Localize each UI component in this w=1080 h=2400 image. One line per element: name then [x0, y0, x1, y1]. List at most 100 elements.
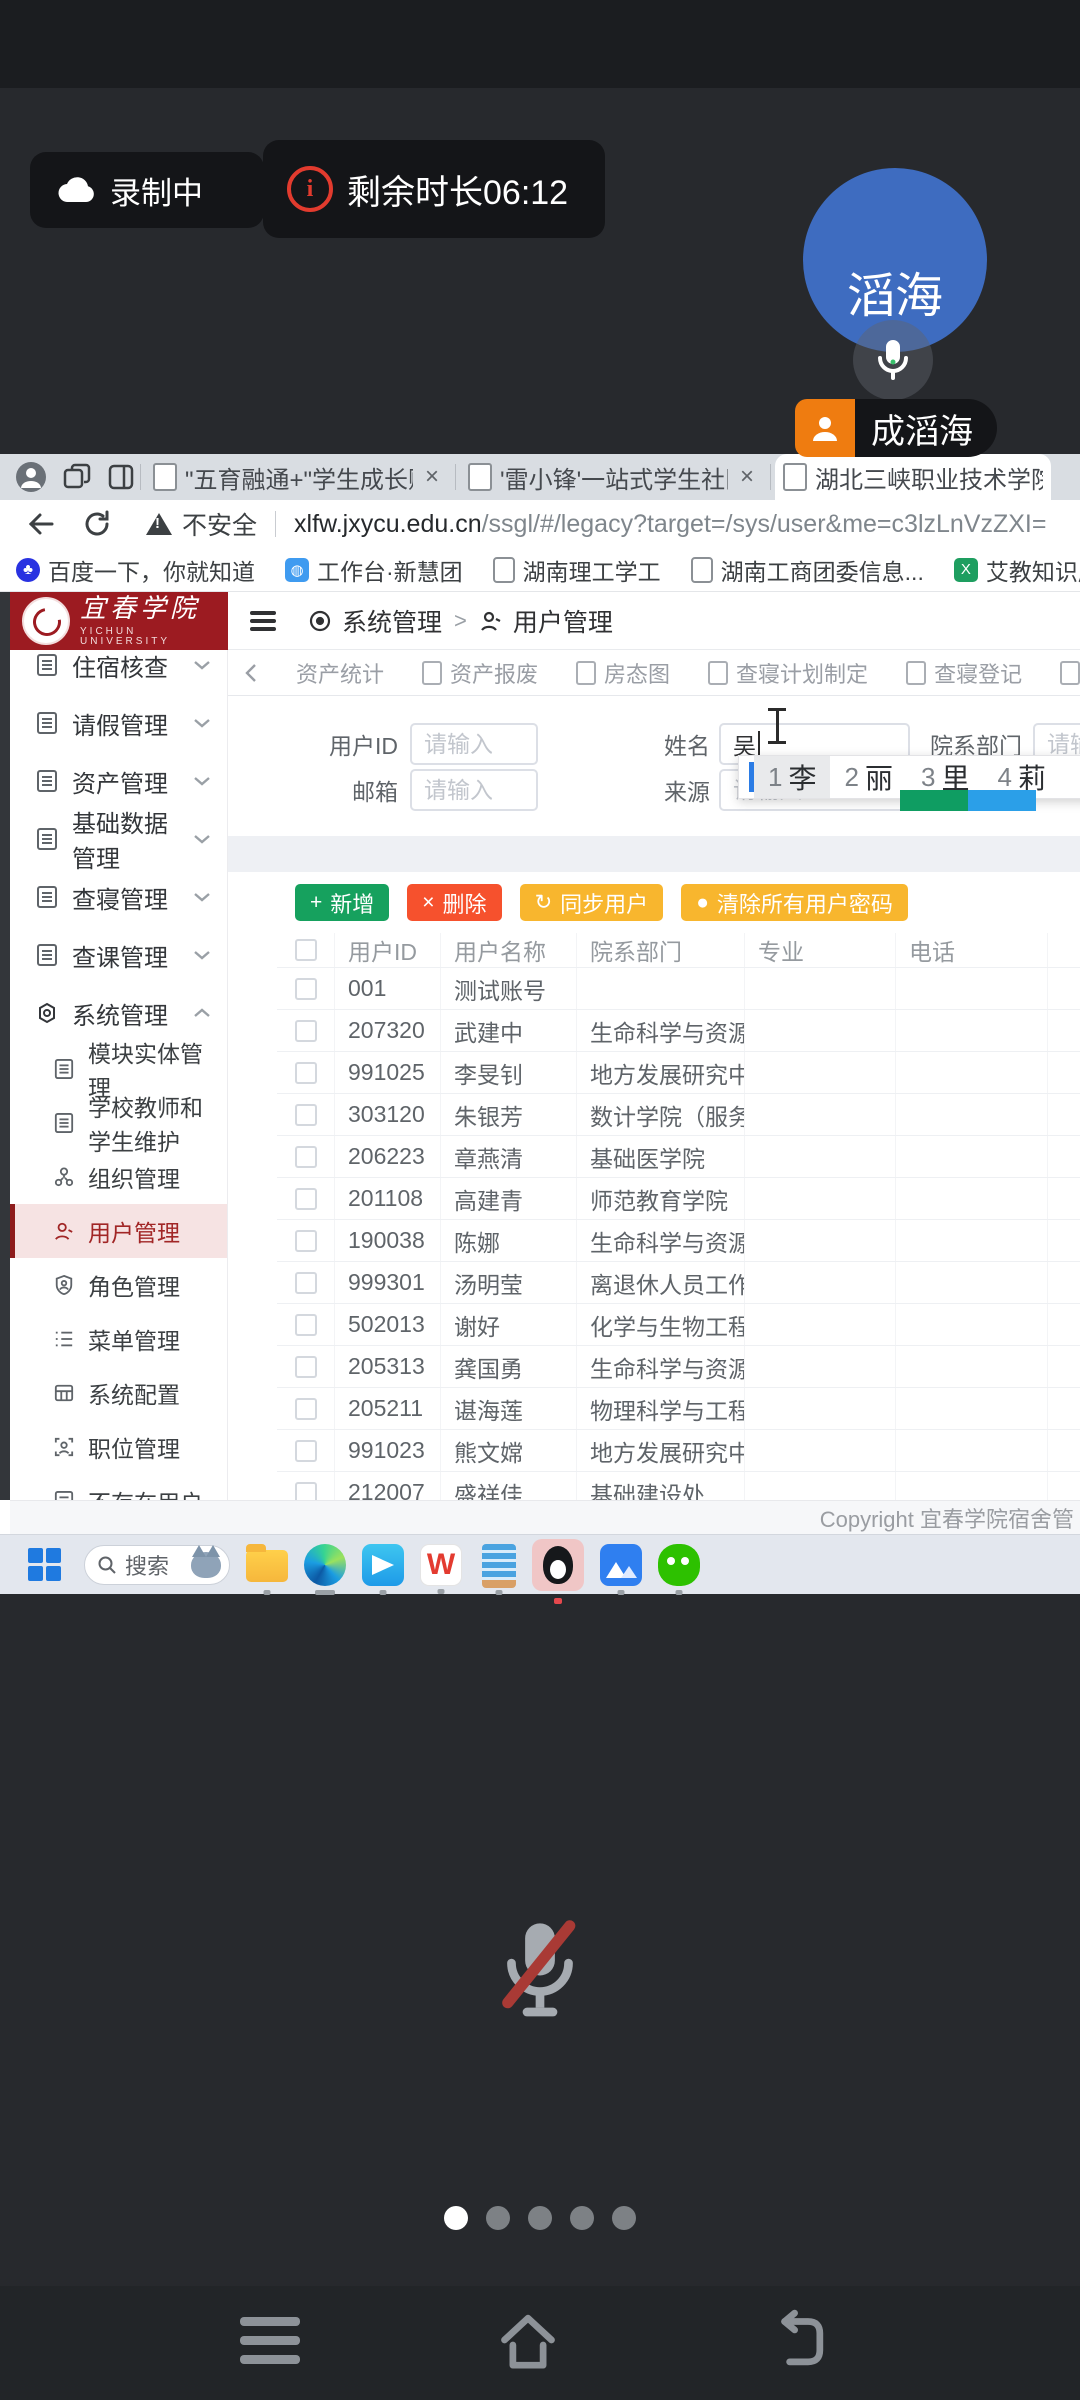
bookmark-hunan-ligong[interactable]: 湖南理工学工 — [493, 553, 661, 587]
bookmark-workbench[interactable]: ◍工作台·新慧团 — [285, 553, 463, 587]
browser-tab-1[interactable]: "五育融通+"学生成长赋能数智平 × — [145, 454, 451, 500]
taskbar-search[interactable]: 搜索 — [84, 1545, 230, 1585]
phone-screen: 录制中 i 剩余时长06:12 滔海 成滔海 — [0, 0, 1080, 2400]
row-checkbox[interactable] — [295, 1482, 317, 1501]
table-row[interactable]: 205211谌海莲物理科学与工程技... — [277, 1388, 1080, 1430]
sidebar-item-chaqin[interactable]: 查寝管理 — [10, 868, 227, 926]
select-all-checkbox[interactable] — [295, 939, 317, 961]
row-checkbox[interactable] — [295, 1188, 317, 1210]
browser-tab-2[interactable]: '雷小锋'一站式学生社区综合管理 × — [460, 454, 766, 500]
sidebar-item-zichan[interactable]: 资产管理 — [10, 752, 227, 810]
row-checkbox[interactable] — [295, 1146, 317, 1168]
app-tab-zichan-tongji[interactable]: 资产统计 — [296, 657, 384, 689]
table-row[interactable]: 991023熊文嫦地方发展研究中心 — [277, 1430, 1080, 1472]
row-checkbox[interactable] — [295, 1314, 317, 1336]
sidebar-item-yonghu[interactable]: 用户管理 — [10, 1204, 227, 1258]
table-row[interactable]: 991025李旻钊地方发展研究中心 — [277, 1052, 1080, 1094]
table-row[interactable]: 502013谢好化学与生物工程学院 — [277, 1304, 1080, 1346]
start-button-icon[interactable] — [28, 1548, 62, 1582]
presenter-mic-button[interactable] — [853, 320, 933, 400]
sidebar-item-zhusuhecha[interactable]: 住宿核查 — [10, 650, 227, 694]
tab-groups-icon[interactable] — [62, 462, 92, 492]
row-checkbox[interactable] — [295, 978, 317, 1000]
sidebar-item-caidan[interactable]: 菜单管理 — [10, 1312, 227, 1366]
add-button[interactable]: +新增 — [295, 884, 389, 921]
table-row[interactable]: 303120朱银芳数计学院（服务外... — [277, 1094, 1080, 1136]
ime-candidate-2[interactable]: 2丽 — [830, 756, 906, 798]
breadcrumb-level1[interactable]: 系统管理 — [342, 603, 442, 639]
app-tab-fangtaitu[interactable]: 房态图 — [576, 657, 670, 689]
file-explorer-icon[interactable] — [246, 1544, 288, 1586]
wps-office-icon[interactable]: W — [420, 1544, 462, 1586]
table-row[interactable]: 205313龚国勇生命科学与资源环... — [277, 1346, 1080, 1388]
table-row[interactable]: 212007盛祥佳基础建设处 — [277, 1472, 1080, 1500]
row-checkbox[interactable] — [295, 1356, 317, 1378]
bookmark-baidu[interactable]: ♣百度一下，你就知道 — [16, 553, 255, 587]
app-tab-chaqin-dengji[interactable]: 查寝登记 — [906, 657, 1022, 689]
user-id-input[interactable] — [410, 723, 538, 765]
email-input[interactable] — [410, 769, 538, 811]
sidebar-item-jiaoshi-xuesheng[interactable]: 学校教师和学生维护 — [10, 1096, 227, 1150]
app-tab-zichan-baofei[interactable]: 资产报废 — [422, 657, 538, 689]
row-checkbox[interactable] — [295, 1062, 317, 1084]
sidebar-item-chake[interactable]: 查课管理 — [10, 926, 227, 984]
qq-icon[interactable] — [532, 1539, 584, 1591]
bookmark-label: 工作台·新慧团 — [317, 553, 463, 587]
table-row[interactable]: 999301汤明莹离退休人员工作处 — [277, 1262, 1080, 1304]
reload-icon[interactable] — [82, 509, 112, 539]
row-checkbox[interactable] — [295, 1020, 317, 1042]
breadcrumb-level2[interactable]: 用户管理 — [513, 603, 613, 639]
browser-tab-3-active[interactable]: 湖北三峡职业技术学院 — [775, 454, 1051, 500]
sidebar-item-zhiwei[interactable]: 职位管理 — [10, 1420, 227, 1474]
table-row[interactable]: 207320武建中生命科学与资源环... — [277, 1010, 1080, 1052]
sidebar-item-zuzhi[interactable]: 组织管理 — [10, 1150, 227, 1204]
chevron-left-icon[interactable] — [244, 663, 258, 683]
bookmark-hunan-gongshang[interactable]: 湖南工商团委信息... — [691, 553, 924, 587]
app-tab-chaqin-jihua[interactable]: 查寝计划制定 — [708, 657, 868, 689]
android-navbar — [0, 2290, 1080, 2390]
app-tab-zhusu-hecha[interactable]: 住宿核查登记 — [1060, 657, 1080, 689]
url-text[interactable]: xlfw.jxycu.edu.cn/ssgl/#/legacy?target=/… — [294, 510, 1046, 539]
document-icon — [36, 653, 58, 677]
menu-collapse-icon[interactable] — [250, 611, 276, 631]
back-icon[interactable] — [26, 509, 56, 539]
info-icon: i — [287, 166, 333, 212]
meeting-app-icon[interactable] — [362, 1544, 404, 1586]
tab-switcher-icon[interactable] — [106, 462, 136, 492]
table-row[interactable]: 190038陈娜生命科学与资源环... — [277, 1220, 1080, 1262]
close-icon[interactable]: × — [736, 463, 758, 491]
sidebar-item-bucunzai[interactable]: 不存在用户 — [10, 1474, 227, 1500]
sidebar-label: 住宿核查 — [72, 650, 168, 683]
sidebar-item-xitong-peizhi[interactable]: 系统配置 — [10, 1366, 227, 1420]
security-indicator[interactable]: 不安全 — [146, 506, 257, 542]
row-checkbox[interactable] — [295, 1230, 317, 1252]
row-checkbox[interactable] — [295, 1440, 317, 1462]
row-checkbox[interactable] — [295, 1398, 317, 1420]
sidebar-item-jichushuju[interactable]: 基础数据管理 — [10, 810, 227, 868]
sidebar-item-juese[interactable]: 角色管理 — [10, 1258, 227, 1312]
col-header: 院系部门 — [577, 933, 745, 967]
ime-candidate-1[interactable]: 1李 — [754, 756, 830, 798]
notebook-app-icon[interactable] — [478, 1544, 520, 1586]
delete-button[interactable]: ×删除 — [407, 884, 501, 921]
clear-passwords-button[interactable]: ●清除所有用户密码 — [681, 884, 908, 921]
sync-users-button[interactable]: ↻同步用户 — [520, 884, 664, 921]
table-row[interactable]: 201108高建青师范教育学院 — [277, 1178, 1080, 1220]
lanhu-app-icon[interactable] — [600, 1544, 642, 1586]
recents-button[interactable] — [240, 2317, 300, 2364]
wechat-icon[interactable] — [658, 1544, 700, 1586]
ime-flag-green — [900, 790, 968, 811]
browser-profile-icon[interactable] — [14, 460, 48, 494]
row-checkbox[interactable] — [295, 1272, 317, 1294]
table-row[interactable]: 206223章燕清基础医学院 — [277, 1136, 1080, 1178]
sidebar-item-mokuai[interactable]: 模块实体管理 — [10, 1042, 227, 1096]
bookmark-aijiao[interactable]: X艾教知识库登录 — [954, 553, 1080, 587]
table-row[interactable]: 001测试账号 — [277, 968, 1080, 1010]
back-button[interactable] — [756, 2298, 840, 2382]
close-icon[interactable]: × — [421, 463, 443, 491]
home-button[interactable] — [486, 2298, 570, 2382]
sidebar-item-xitong[interactable]: 系统管理 — [10, 984, 227, 1042]
sidebar-item-qingjia[interactable]: 请假管理 — [10, 694, 227, 752]
edge-browser-icon[interactable] — [304, 1544, 346, 1586]
row-checkbox[interactable] — [295, 1104, 317, 1126]
